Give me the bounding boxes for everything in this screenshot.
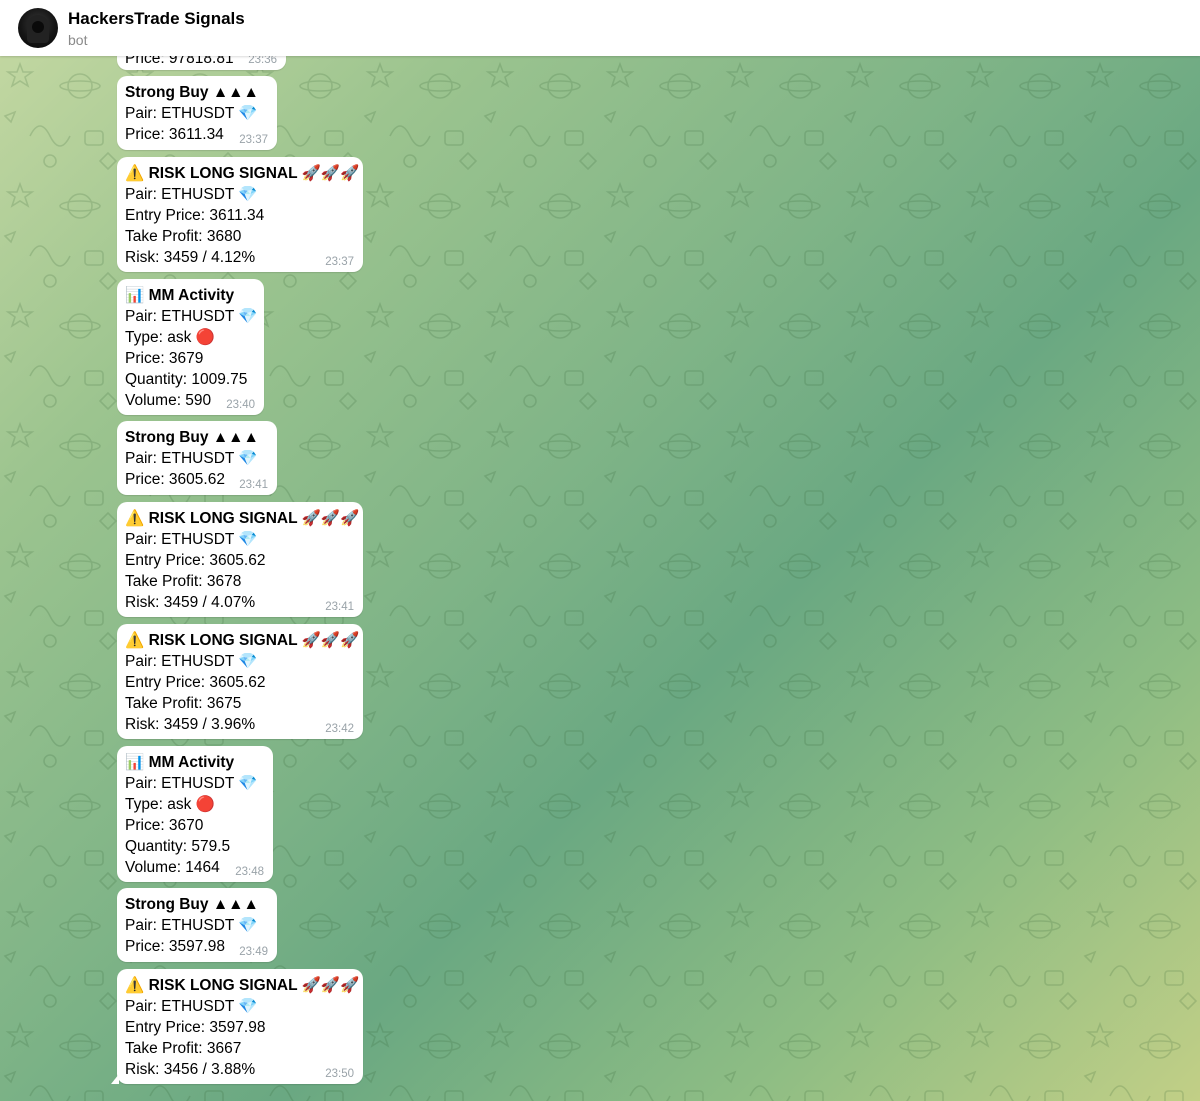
message-line: Pair: ETHUSDT 💎 — [125, 653, 258, 670]
message-bubble[interactable]: ⚠️ RISK LONG SIGNAL 🚀🚀🚀 Pair: ETHUSDT 💎 … — [117, 624, 363, 739]
bubble-tail-icon — [111, 1074, 119, 1084]
message-line: Entry Price: 3605.62 — [125, 552, 266, 569]
message-time: 23:48 — [235, 866, 264, 878]
message-line: Pair: ETHUSDT 💎 — [125, 917, 258, 934]
message-line: Strong Buy ▲▲▲ — [125, 896, 259, 913]
message-bubble[interactable]: Strong Buy ▲▲▲ Pair: ETHUSDT 💎 Price: 36… — [117, 76, 277, 150]
message-line: Entry Price: 3611.34 — [125, 207, 265, 224]
message-line: Entry Price: 3597.98 — [125, 1019, 266, 1036]
message-time: 23:37 — [325, 256, 354, 268]
message-time: 23:41 — [325, 601, 354, 613]
message-line: Type: ask 🔴 — [125, 796, 215, 813]
message-line: Pair: ETHUSDT 💎 — [125, 105, 258, 122]
chat-subtitle: bot — [68, 32, 88, 48]
message-line: Take Profit: 3675 — [125, 695, 242, 712]
hacker-face-icon — [32, 21, 44, 33]
message-line: Pair: ETHUSDT 💎 — [125, 531, 258, 548]
message-line: Take Profit: 3667 — [125, 1040, 242, 1057]
chat-title[interactable]: HackersTrade Signals — [68, 9, 245, 29]
avatar[interactable] — [18, 8, 58, 48]
message-line: 📊 MM Activity — [125, 754, 235, 771]
message-time: 23:49 — [239, 946, 268, 958]
message-line: Strong Buy ▲▲▲ — [125, 84, 259, 101]
message-line: Type: ask 🔴 — [125, 329, 215, 346]
message-line: Pair: ETHUSDT 💎 — [125, 308, 258, 325]
message-time: 23:37 — [239, 134, 268, 146]
message-line: Pair: ETHUSDT 💎 — [125, 186, 258, 203]
message-line: 📊 MM Activity — [125, 287, 235, 304]
message-line: Quantity: 1009.75 — [125, 371, 248, 388]
message-line: Quantity: 579.5 — [125, 838, 231, 855]
message-line: Strong Buy ▲▲▲ — [125, 429, 259, 446]
message-line: ⚠️ RISK LONG SIGNAL 🚀🚀🚀 — [125, 977, 360, 994]
message-line: Risk: 3456 / 3.88% — [125, 1061, 256, 1078]
message-bubble[interactable]: 📊 MM Activity Pair: ETHUSDT 💎 Type: ask … — [117, 746, 273, 882]
message-line: Entry Price: 3605.62 — [125, 674, 266, 691]
message-bubble[interactable]: Strong Buy ▲▲▲ Pair: ETHUSDT 💎 Price: 36… — [117, 421, 277, 495]
message-line: ⚠️ RISK LONG SIGNAL 🚀🚀🚀 — [125, 510, 360, 527]
message-line: Risk: 3459 / 4.07% — [125, 594, 256, 611]
message-bubble[interactable]: Strong Buy ▲▲▲ Pair: ETHUSDT 💎 Price: 35… — [117, 888, 277, 962]
message-time: 23:41 — [239, 479, 268, 491]
message-line: Pair: ETHUSDT 💎 — [125, 998, 258, 1015]
message-line: Take Profit: 3678 — [125, 573, 242, 590]
message-bubble[interactable]: ⚠️ RISK LONG SIGNAL 🚀🚀🚀 Pair: ETHUSDT 💎 … — [111, 969, 363, 1084]
message-line: Risk: 3459 / 3.96% — [125, 716, 256, 733]
message-time: 23:42 — [325, 723, 354, 735]
message-bubble[interactable]: 📊 MM Activity Pair: ETHUSDT 💎 Type: ask … — [117, 279, 264, 415]
message-bubble[interactable]: ⚠️ RISK LONG SIGNAL 🚀🚀🚀 Pair: ETHUSDT 💎 … — [117, 157, 363, 272]
message-line: Price: 3670 — [125, 817, 204, 834]
message-line: ⚠️ RISK LONG SIGNAL 🚀🚀🚀 — [125, 632, 360, 649]
message-time: 23:50 — [325, 1068, 354, 1080]
message-line: Take Profit: 3680 — [125, 228, 242, 245]
message-bubble[interactable]: ⚠️ RISK LONG SIGNAL 🚀🚀🚀 Pair: ETHUSDT 💎 … — [117, 502, 363, 617]
message-line: Pair: ETHUSDT 💎 — [125, 450, 258, 467]
message-line: ⚠️ RISK LONG SIGNAL 🚀🚀🚀 — [125, 165, 360, 182]
message-line: Pair: ETHUSDT 💎 — [125, 775, 258, 792]
chat-header[interactable]: HackersTrade Signals bot — [0, 0, 1200, 56]
message-line: Price: 3679 — [125, 350, 204, 367]
message-line: Risk: 3459 / 4.12% — [125, 249, 256, 266]
message-time: 23:40 — [226, 399, 255, 411]
